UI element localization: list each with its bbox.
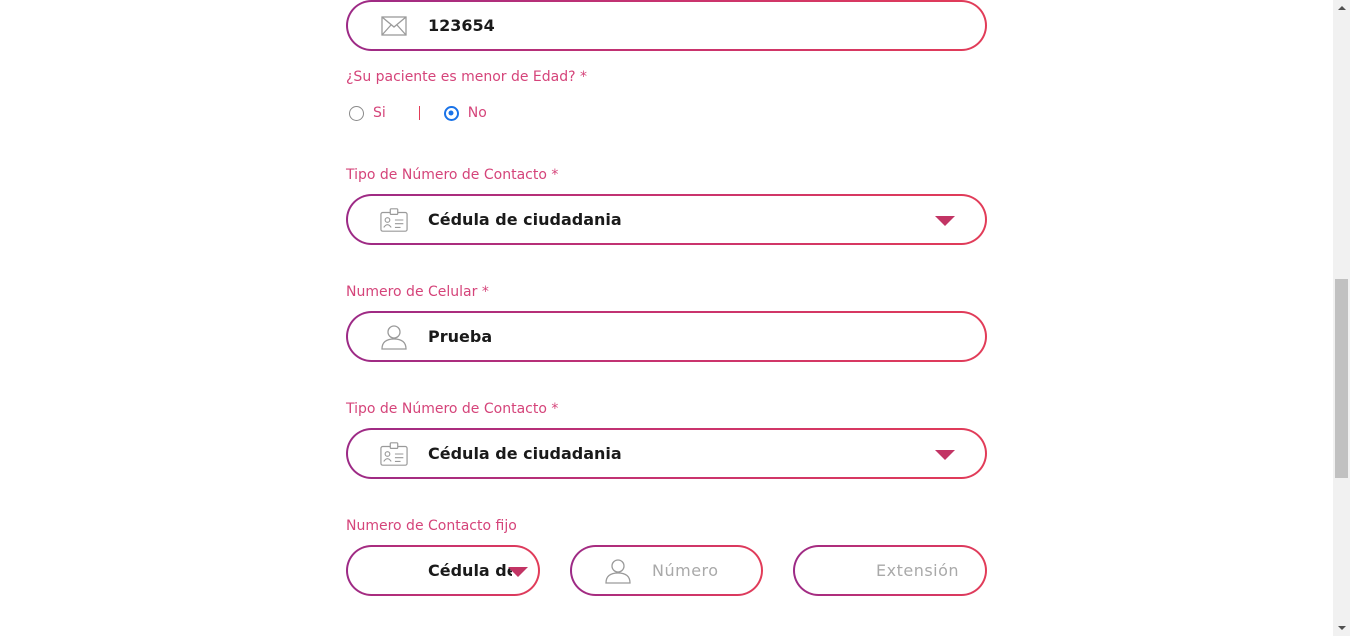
landline-type-value: Cédula de ciudadania (428, 561, 512, 580)
form-page: 123654 ¿Su paciente es menor de Edad? * … (0, 0, 1350, 636)
contact-type-2-select[interactable]: Cédula de ciudadania (346, 428, 987, 479)
minor-question-radio-group: Si No (349, 103, 487, 123)
radio-si[interactable] (349, 105, 364, 121)
minor-question-label: ¿Su paciente es menor de Edad? * (346, 69, 588, 85)
cell-number-label: Numero de Celular * (346, 284, 489, 300)
landline-extension-placeholder: Extensión (876, 561, 960, 580)
chevron-down-icon[interactable] (935, 215, 955, 226)
scroll-up-icon[interactable] (1337, 6, 1346, 10)
id-card-icon (380, 206, 408, 234)
contact-type-2-value: Cédula de ciudadania (428, 444, 622, 463)
landline-label: Numero de Contacto fijo (346, 518, 517, 534)
contact-type-2-label: Tipo de Número de Contacto * (346, 401, 559, 417)
contact-type-select[interactable]: Cédula de ciudadania (346, 194, 987, 245)
email-input[interactable]: 123654 (346, 0, 987, 51)
cell-number-value: Prueba (428, 327, 493, 346)
user-icon (380, 323, 408, 351)
landline-number-input[interactable]: Número (570, 545, 763, 596)
email-value: 123654 (428, 16, 495, 35)
scrollbar-thumb[interactable] (1335, 279, 1348, 478)
radio-divider (418, 106, 420, 120)
chevron-down-icon[interactable] (508, 566, 528, 577)
envelope-icon (380, 12, 408, 40)
landline-type-select[interactable]: Cédula de ciudadania (346, 545, 540, 596)
chevron-down-icon[interactable] (935, 449, 955, 460)
contact-type-value: Cédula de ciudadania (428, 210, 622, 229)
radio-no-label[interactable]: No (468, 105, 487, 121)
vertical-scrollbar[interactable] (1333, 0, 1350, 636)
landline-extension-input[interactable]: Extensión (793, 545, 987, 596)
landline-number-placeholder: Número (652, 561, 719, 580)
radio-si-label[interactable]: Si (373, 105, 386, 121)
contact-type-label: Tipo de Número de Contacto * (346, 167, 559, 183)
user-icon (604, 557, 632, 585)
id-card-icon (380, 440, 408, 468)
radio-no[interactable] (443, 105, 459, 121)
cell-number-input[interactable]: Prueba (346, 311, 987, 362)
scroll-down-icon[interactable] (1337, 626, 1346, 630)
